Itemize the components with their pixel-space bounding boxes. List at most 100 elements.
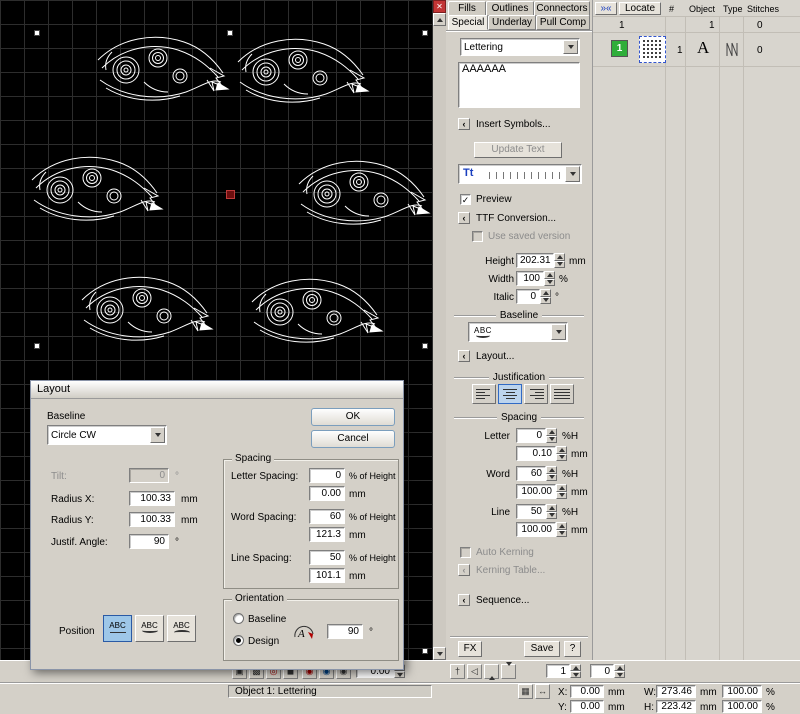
tab-fills[interactable]: Fills bbox=[448, 1, 486, 16]
dropdown-button[interactable] bbox=[150, 427, 165, 443]
position-baseline-button[interactable]: ABC bbox=[103, 615, 132, 642]
current-color-spinner[interactable] bbox=[614, 664, 625, 678]
w-field[interactable]: 273.46 bbox=[656, 685, 696, 698]
width-field[interactable]: 100 bbox=[516, 271, 544, 286]
position-arc-down-button[interactable]: ABC bbox=[135, 615, 164, 642]
letter-spacing-pct-field[interactable]: 0 bbox=[309, 468, 345, 483]
word-spacing-pct-field[interactable]: 60 bbox=[516, 466, 546, 481]
y-field[interactable]: 0.00 bbox=[570, 700, 604, 713]
thread-color-swatch[interactable]: 1 bbox=[611, 40, 628, 57]
dropdown-button[interactable] bbox=[565, 166, 580, 182]
dropdown-button[interactable] bbox=[551, 324, 566, 340]
lettering-text-input[interactable]: AAAAAA bbox=[458, 62, 580, 108]
needle-icon[interactable]: † bbox=[450, 664, 465, 679]
letter-spacing-pct-field[interactable]: 0 bbox=[516, 428, 546, 443]
tab-connectors[interactable]: Connectors bbox=[534, 1, 590, 16]
italic-field[interactable]: 0 bbox=[516, 289, 540, 304]
preview-checkbox[interactable]: ✓ bbox=[460, 194, 471, 205]
tab-underlay[interactable]: Underlay bbox=[488, 15, 536, 30]
object-type-select[interactable]: Lettering bbox=[460, 38, 580, 56]
speaker-icon[interactable]: ◁ bbox=[467, 664, 482, 679]
preview-label: Preview bbox=[476, 194, 512, 205]
save-button[interactable]: Save bbox=[524, 641, 560, 657]
h-field[interactable]: 223.42 bbox=[656, 700, 696, 713]
radius-x-field[interactable]: 100.33 bbox=[129, 491, 175, 506]
current-stitch-field[interactable]: 1 bbox=[546, 664, 570, 678]
scroll-up-button[interactable] bbox=[433, 13, 446, 26]
radius-y-field[interactable]: 100.33 bbox=[129, 512, 175, 527]
word-spacing-pct-field[interactable]: 60 bbox=[309, 509, 345, 524]
layout-label[interactable]: Layout... bbox=[476, 351, 514, 362]
h-unit: mm bbox=[700, 702, 717, 713]
design-orientation-radio[interactable] bbox=[233, 635, 244, 646]
word-spacing-mm-field[interactable]: 100.00 bbox=[516, 484, 556, 499]
word-pct-spinner[interactable] bbox=[546, 466, 557, 481]
close-design-button[interactable]: ✕ bbox=[433, 0, 446, 13]
ttf-conversion-button[interactable]: ‹ bbox=[458, 212, 470, 224]
fx-button[interactable]: FX bbox=[458, 641, 482, 657]
baseline-orientation-radio[interactable] bbox=[233, 613, 244, 624]
line-spacing-pct-field[interactable]: 50 bbox=[516, 504, 546, 519]
grid-toggle-icon[interactable]: ▦ bbox=[518, 684, 533, 699]
rotation-center-marker[interactable] bbox=[226, 190, 235, 199]
justify-center-button[interactable] bbox=[498, 384, 522, 404]
ok-button[interactable]: OK bbox=[311, 408, 395, 426]
justif-angle-field[interactable]: 90 bbox=[129, 534, 169, 549]
travel-up-button[interactable] bbox=[484, 664, 499, 679]
justify-full-button[interactable] bbox=[550, 384, 574, 404]
tab-pull-comp[interactable]: Pull Comp bbox=[536, 15, 590, 30]
font-select[interactable]: Tt bbox=[458, 164, 582, 184]
word-mm-spinner[interactable] bbox=[556, 484, 567, 499]
scroll-down-button[interactable] bbox=[433, 647, 446, 660]
object-thumbnail[interactable] bbox=[639, 36, 666, 63]
baseline-select[interactable]: ABC bbox=[468, 322, 568, 342]
italic-spinner[interactable] bbox=[540, 289, 551, 304]
h-pct-field[interactable]: 100.00 bbox=[722, 700, 762, 713]
selection-handle[interactable] bbox=[422, 30, 428, 36]
selection-handle[interactable] bbox=[227, 30, 233, 36]
sequence-button[interactable]: ‹ bbox=[458, 594, 470, 606]
selection-handle[interactable] bbox=[422, 343, 428, 349]
position-arc-up-button[interactable]: ABC bbox=[167, 615, 196, 642]
justify-left-button[interactable] bbox=[472, 384, 496, 404]
help-button[interactable]: ? bbox=[564, 641, 581, 657]
letter-pct-spinner[interactable] bbox=[546, 428, 557, 443]
sequence-label[interactable]: Sequence... bbox=[476, 595, 529, 606]
height-spinner[interactable] bbox=[554, 253, 565, 268]
height-field[interactable]: 202.31 bbox=[516, 253, 554, 268]
x-field[interactable]: 0.00 bbox=[570, 685, 604, 698]
dropdown-button[interactable] bbox=[563, 40, 578, 54]
w-pct-field[interactable]: 100.00 bbox=[722, 685, 762, 698]
cancel-button[interactable]: Cancel bbox=[311, 430, 395, 448]
line-mm-spinner[interactable] bbox=[556, 522, 567, 537]
baseline-combo[interactable]: Circle CW bbox=[47, 425, 167, 445]
width-spinner[interactable] bbox=[544, 271, 555, 286]
selection-handle[interactable] bbox=[422, 648, 428, 654]
layout-button[interactable]: ‹ bbox=[458, 350, 470, 362]
current-stitch-spinner[interactable] bbox=[570, 664, 581, 678]
ttf-conversion-label[interactable]: TTF Conversion... bbox=[476, 213, 556, 224]
dialog-title-bar[interactable]: Layout bbox=[31, 381, 403, 399]
line-spacing-mm-field[interactable]: 101.1 bbox=[309, 568, 345, 583]
move-pointer-icon[interactable]: ↔ bbox=[535, 684, 550, 699]
line-pct-spinner[interactable] bbox=[546, 504, 557, 519]
selection-handle[interactable] bbox=[34, 343, 40, 349]
insert-symbols-label[interactable]: Insert Symbols... bbox=[476, 119, 550, 130]
line-spacing-mm-field[interactable]: 100.00 bbox=[516, 522, 556, 537]
locate-button[interactable]: Locate bbox=[619, 2, 661, 15]
travel-down-button[interactable] bbox=[501, 664, 516, 679]
line-spacing-pct-field[interactable]: 50 bbox=[309, 550, 345, 565]
justify-right-button[interactable] bbox=[524, 384, 548, 404]
insert-symbols-button[interactable]: ‹ bbox=[458, 118, 470, 130]
current-color-field[interactable]: 0 bbox=[590, 664, 614, 678]
tab-special[interactable]: Special bbox=[448, 15, 488, 30]
panel-collapse-button[interactable]: »« bbox=[595, 2, 617, 15]
letter-spacing-mm-field[interactable]: 0.10 bbox=[516, 446, 556, 461]
canvas-vertical-scrollbar[interactable]: ✕ bbox=[433, 0, 446, 660]
selection-handle[interactable] bbox=[34, 30, 40, 36]
letter-mm-spinner[interactable] bbox=[556, 446, 567, 461]
word-spacing-mm-field[interactable]: 121.3 bbox=[309, 527, 345, 542]
tab-outlines[interactable]: Outlines bbox=[486, 1, 534, 16]
orientation-angle-field[interactable]: 90 bbox=[327, 624, 363, 639]
letter-spacing-mm-field[interactable]: 0.00 bbox=[309, 486, 345, 501]
